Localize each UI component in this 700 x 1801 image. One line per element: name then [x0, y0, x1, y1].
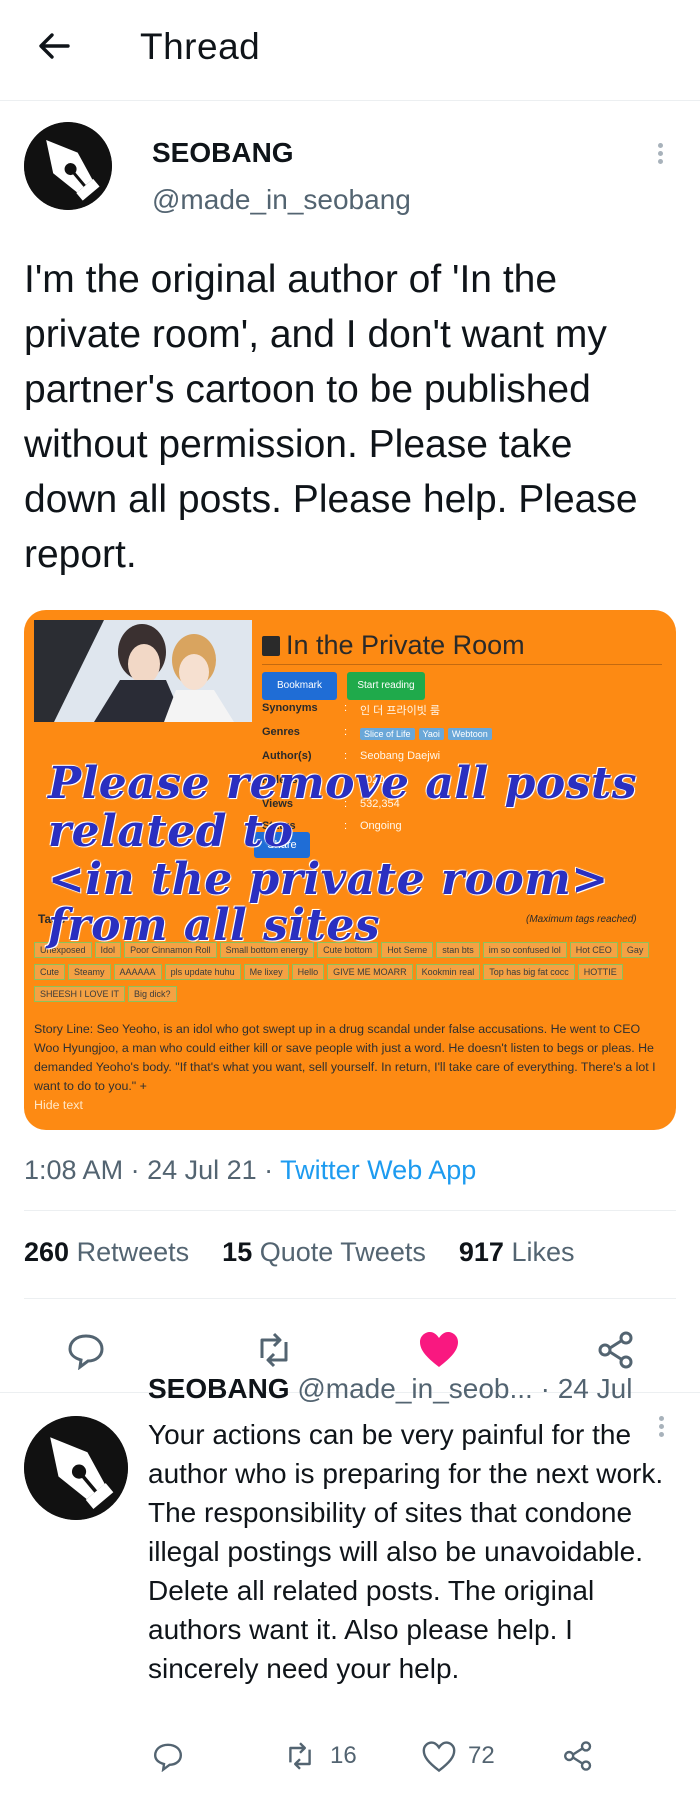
like-icon[interactable] [418, 1330, 460, 1370]
genre-tags: Slice of Life Yaoi Webtoon [360, 724, 496, 742]
tag[interactable]: Hot Seme [381, 942, 434, 958]
tag[interactable]: im so confused lol [482, 942, 567, 958]
more-icon[interactable] [656, 140, 664, 167]
reply-icon[interactable] [152, 1740, 184, 1772]
tag[interactable]: HOTTIE [577, 964, 623, 980]
overlay-line: <in the private room> [48, 854, 609, 905]
hide-text-link[interactable]: Hide text [34, 1098, 83, 1112]
divider [24, 1298, 676, 1299]
share-icon[interactable] [596, 1330, 636, 1370]
title-divider [262, 664, 662, 665]
meta-key: Synonyms [262, 702, 318, 714]
book-icon [262, 636, 280, 656]
tags-note: (Maximum tags reached) [526, 914, 637, 925]
tweet-media[interactable]: In the Private Room Bookmark Start readi… [24, 610, 676, 1130]
tweet-date[interactable]: 24 Jul 21 [147, 1155, 257, 1185]
story-line: Story Line: Seo Yeoho, is an idol who go… [34, 1022, 656, 1112]
overlay-line: related to [48, 806, 294, 857]
reply-author-name[interactable]: SEOBANG [148, 1373, 290, 1404]
tag[interactable]: SHEESH I LOVE IT [34, 986, 126, 1002]
bookmark-button[interactable]: Bookmark [262, 672, 337, 700]
start-reading-button[interactable]: Start reading [347, 672, 425, 700]
tag[interactable]: Gay [620, 942, 650, 958]
overlay-line: Please remove all posts [48, 758, 638, 809]
pen-nib-logo-icon [24, 122, 112, 210]
divider [24, 1210, 676, 1211]
tweet-text: I'm the original author of 'In the priva… [24, 258, 638, 576]
tweet-meta: 1:08 AM · 24 Jul 21 · Twitter Web App [24, 1155, 477, 1185]
reply-author-handle[interactable]: @made_in_seob... [297, 1373, 532, 1404]
avatar[interactable] [24, 1416, 128, 1520]
meta-key: Genres [262, 726, 300, 738]
tag[interactable]: AAAAAA [113, 964, 162, 980]
tag[interactable]: stan bts [436, 942, 480, 958]
genre-tag[interactable]: Webtoon [447, 728, 492, 740]
retweet-icon[interactable] [254, 1330, 294, 1370]
like-outline-icon[interactable] [422, 1741, 456, 1773]
tag[interactable]: Hot CEO [569, 942, 618, 958]
author-handle[interactable]: @made_in_seobang [152, 184, 411, 216]
reply-date[interactable]: · 24 Jul [541, 1373, 633, 1404]
back-arrow-icon[interactable] [34, 26, 74, 66]
tag[interactable]: Top has big fat cocc [483, 964, 575, 980]
tag[interactable]: Hello [291, 964, 325, 980]
retweet-icon[interactable] [284, 1740, 316, 1772]
tag[interactable]: GIVE ME MOARR [327, 964, 413, 980]
meta-value: Ongoing [360, 820, 402, 832]
tag[interactable]: Kookmin real [415, 964, 481, 980]
reply-text: Your actions can be very painful for the… [148, 1419, 664, 1684]
top-bar [0, 0, 700, 101]
pen-nib-logo-icon [24, 1416, 128, 1520]
avatar[interactable] [24, 122, 112, 210]
genre-tag[interactable]: Yaoi [418, 728, 444, 740]
like-count: 72 [468, 1742, 495, 1769]
tweet-stats: 260 Retweets 15 Quote Tweets 917 Likes [24, 1237, 574, 1268]
author-name[interactable]: SEOBANG [152, 137, 294, 169]
tag[interactable]: Cute [34, 964, 66, 980]
tag[interactable]: Me lixey [243, 964, 289, 980]
retweets-stat[interactable]: 260 Retweets [24, 1237, 189, 1267]
tag[interactable]: Big dick? [128, 986, 177, 1002]
tag[interactable]: Steamy [68, 964, 111, 980]
overlay-line: from all sites [48, 900, 381, 951]
likes-stat[interactable]: 917 Likes [459, 1237, 575, 1267]
tweet-time[interactable]: 1:08 AM [24, 1155, 123, 1185]
page-title: Thread [140, 26, 261, 67]
tag[interactable]: pls update huhu [164, 964, 241, 980]
retweet-count: 16 [330, 1742, 357, 1769]
tweet-source[interactable]: Twitter Web App [280, 1155, 476, 1185]
book-title: In the Private Room [262, 630, 525, 661]
quotes-stat[interactable]: 15 Quote Tweets [222, 1237, 426, 1267]
share-icon[interactable] [562, 1740, 594, 1772]
reply-icon[interactable] [66, 1330, 106, 1370]
reply-header: SEOBANG @made_in_seob... · 24 Jul [148, 1373, 632, 1405]
cover-image [34, 620, 252, 722]
meta-value: 인 더 프라이빗 룸 [360, 705, 441, 717]
genre-tag[interactable]: Slice of Life [360, 728, 415, 740]
